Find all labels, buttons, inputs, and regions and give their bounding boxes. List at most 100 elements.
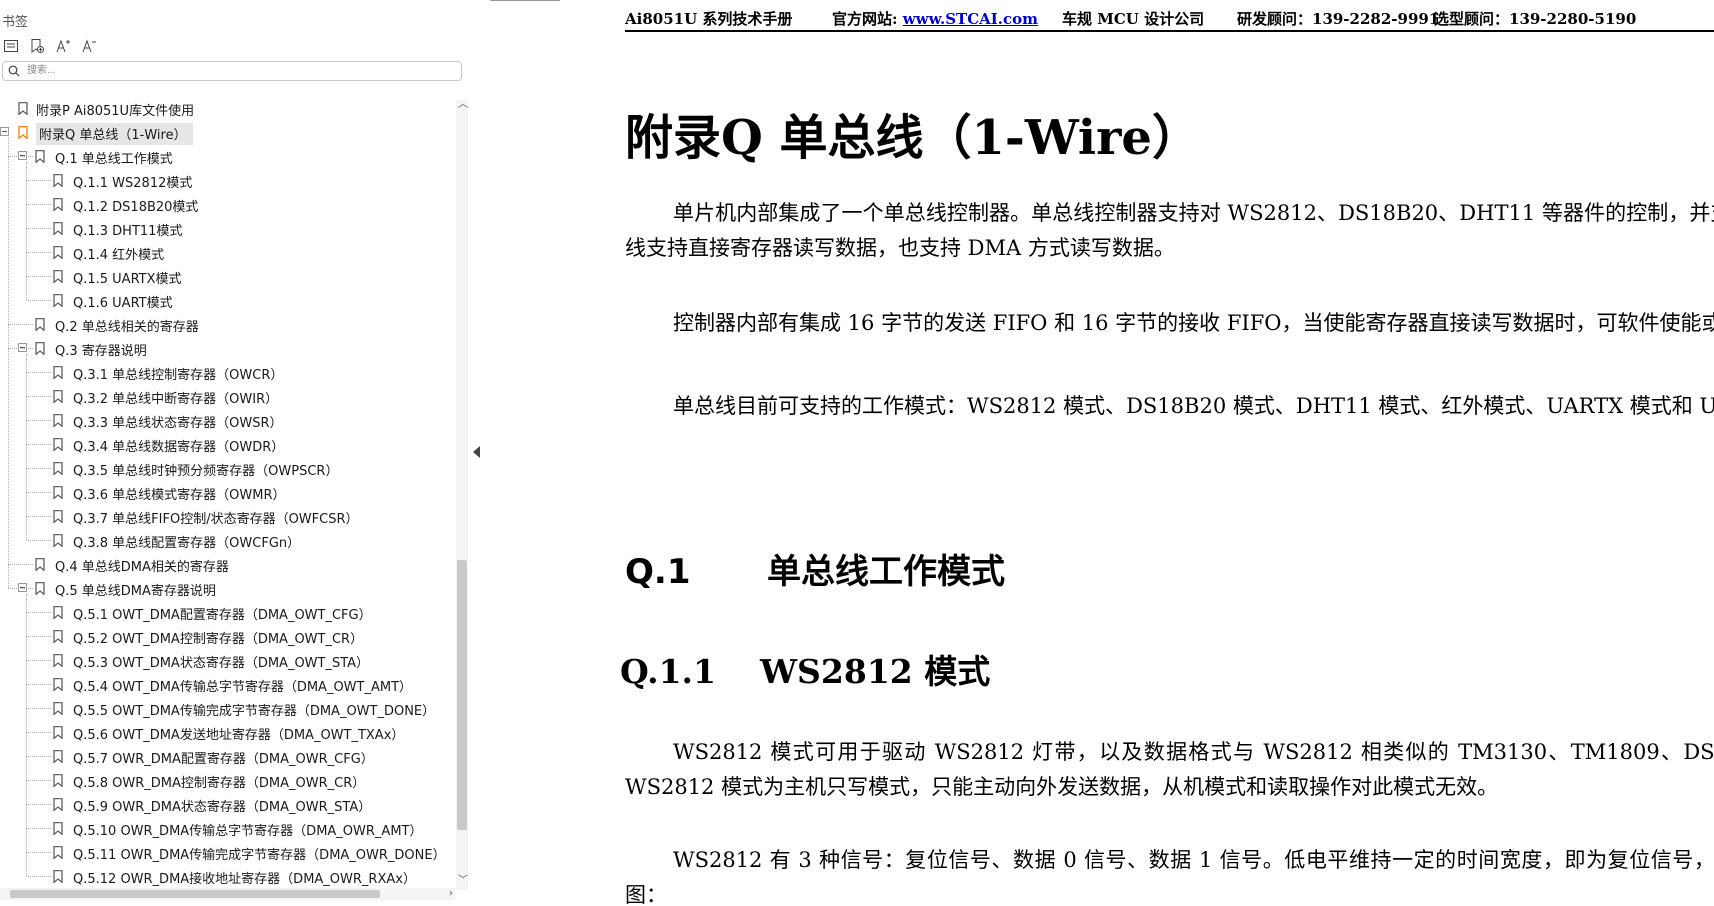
bookmark-icon xyxy=(53,606,63,619)
bookmark-item[interactable]: Q.3.2 单总线中断寄存器（OWIR） xyxy=(0,386,455,407)
tree-connector xyxy=(26,492,51,493)
bookmark-icon xyxy=(53,510,63,523)
bookmark-icon xyxy=(53,294,63,307)
bookmark-item[interactable]: Q.5.4 OWT_DMA传输总字节寄存器（DMA_OWT_AMT） xyxy=(0,674,455,695)
tree-connector xyxy=(26,708,51,709)
bookmark-label: Q.3.1 单总线控制寄存器（OWCR） xyxy=(73,368,284,383)
bookmark-item[interactable]: Q.5.6 OWT_DMA发送地址寄存器（DMA_OWT_TXAx） xyxy=(0,722,455,743)
decrease-font-icon[interactable] xyxy=(80,37,98,55)
scroll-up-icon[interactable]: ︿ xyxy=(458,100,468,110)
search-input[interactable] xyxy=(27,63,447,78)
tree-connector xyxy=(26,876,51,877)
scrollbar-thumb[interactable] xyxy=(457,560,467,830)
tree-connector xyxy=(26,804,51,805)
tree-connector xyxy=(26,204,51,205)
bookmark-item[interactable]: Q.5.3 OWT_DMA状态寄存器（DMA_OWT_STA） xyxy=(0,650,455,671)
bookmark-item[interactable]: Q.5.10 OWR_DMA传输总字节寄存器（DMA_OWR_AMT） xyxy=(0,818,455,839)
scrollbar-thumb[interactable] xyxy=(10,890,380,898)
increase-font-icon[interactable] xyxy=(54,37,72,55)
header-rule xyxy=(625,30,1714,32)
add-bookmark-icon[interactable] xyxy=(28,37,46,55)
bookmark-item[interactable]: Q.1.4 红外模式 xyxy=(0,242,455,263)
bookmark-item[interactable]: 附录P Ai8051U库文件使用 xyxy=(0,98,455,119)
bookmark-item[interactable]: Q.4 单总线DMA相关的寄存器 xyxy=(0,554,455,575)
bookmark-item[interactable]: Q.5.2 OWT_DMA控制寄存器（DMA_OWT_CR） xyxy=(0,626,455,647)
bookmark-item[interactable]: 附录Q 单总线（1-Wire） xyxy=(0,122,455,145)
bookmark-icon xyxy=(53,414,63,427)
tree-connector xyxy=(26,780,51,781)
website-link[interactable]: www.STCAI.com xyxy=(903,10,1038,28)
subsection-number: Q.1.1 xyxy=(620,652,717,691)
tree-connector xyxy=(26,594,27,876)
tree-connector xyxy=(26,732,51,733)
bookmark-item[interactable]: Q.1 单总线工作模式 xyxy=(0,146,455,167)
tree-connector xyxy=(8,564,33,565)
bookmark-item[interactable]: Q.1.6 UART模式 xyxy=(0,290,455,311)
bookmark-search[interactable] xyxy=(2,61,462,81)
bookmark-icon xyxy=(53,462,63,475)
bookmark-item[interactable]: Q.5.12 OWR_DMA接收地址寄存器（DMA_OWR_RXAx） xyxy=(0,866,455,886)
bookmark-item[interactable]: Q.3.7 单总线FIFO控制/状态寄存器（OWFCSR） xyxy=(0,506,455,527)
body-paragraph: 单总线目前可支持的工作模式：WS2812 模式、DS18B20 模式、DHT11… xyxy=(673,394,1714,418)
bookmark-label: Q.3.2 单总线中断寄存器（OWIR） xyxy=(73,392,279,407)
bookmark-item[interactable]: Q.5.8 OWR_DMA控制寄存器（DMA_OWR_CR） xyxy=(0,770,455,791)
bookmark-panel: 书签 附录P Ai8051U库文件使用附录Q 单总线（1-Wire） Q.1 单总… xyxy=(0,0,471,906)
bookmark-item[interactable]: Q.5.1 OWT_DMA配置寄存器（DMA_OWT_CFG） xyxy=(0,602,455,623)
tree-connector xyxy=(26,660,51,661)
bookmark-item[interactable]: Q.2 单总线相关的寄存器 xyxy=(0,314,455,335)
tree-connector xyxy=(26,228,51,229)
bookmark-icon xyxy=(35,558,45,571)
vertical-scrollbar[interactable]: ︿ ﹀ xyxy=(456,100,468,890)
tree-connector xyxy=(26,162,27,300)
bookmark-icon xyxy=(35,318,45,331)
bookmark-label: Q.5.1 OWT_DMA配置寄存器（DMA_OWT_CFG） xyxy=(73,608,372,623)
bookmark-item[interactable]: Q.3.8 单总线配置寄存器（OWCFGn） xyxy=(0,530,455,551)
scroll-down-icon[interactable]: ﹀ xyxy=(458,876,468,886)
manual-title: Ai8051U 系列技术手册 xyxy=(625,10,793,28)
bookmark-label: Q.3.5 单总线时钟预分频寄存器（OWPSCR） xyxy=(73,464,339,479)
bookmark-item[interactable]: Q.5.11 OWR_DMA传输完成字节寄存器（DMA_OWR_DONE） xyxy=(0,842,455,863)
tree-connector xyxy=(8,132,9,588)
bookmark-icon xyxy=(53,486,63,499)
bookmark-item[interactable]: Q.1.5 UARTX模式 xyxy=(0,266,455,287)
bookmark-item[interactable]: Q.1.1 WS2812模式 xyxy=(0,170,455,191)
scroll-right-icon[interactable]: › xyxy=(449,888,453,899)
bookmark-icon xyxy=(53,246,63,259)
bookmark-item[interactable]: Q.5.7 OWR_DMA配置寄存器（DMA_OWR_CFG） xyxy=(0,746,455,767)
bookmark-item[interactable]: Q.3 寄存器说明 xyxy=(0,338,455,359)
collapse-all-icon[interactable] xyxy=(2,37,20,55)
bookmark-label: 附录Q 单总线（1-Wire） xyxy=(36,123,193,145)
bookmark-label: Q.3 寄存器说明 xyxy=(55,344,147,359)
tree-connector xyxy=(8,348,33,349)
collapse-panel-icon[interactable] xyxy=(473,446,480,458)
bookmark-label: Q.1.2 DS18B20模式 xyxy=(73,200,199,215)
bookmark-icon xyxy=(35,150,45,163)
body-paragraph: WS2812 有 3 种信号：复位信号、数据 0 信号、数据 1 信号。低电平维… xyxy=(625,848,1714,906)
bookmark-item[interactable]: Q.5 单总线DMA寄存器说明 xyxy=(0,578,455,599)
section-heading: Q.1 单总线工作模式 xyxy=(625,544,1005,593)
bookmark-item[interactable]: Q.3.1 单总线控制寄存器（OWCR） xyxy=(0,362,455,383)
bookmark-item[interactable]: Q.5.5 OWT_DMA传输完成字节寄存器（DMA_OWT_DONE） xyxy=(0,698,455,719)
document-page: Ai8051U 系列技术手册 官方网站: www.STCAI.com 车规 MC… xyxy=(490,0,1714,906)
subsection-title: WS2812 模式 xyxy=(760,652,991,691)
tree-connector xyxy=(26,354,27,540)
bookmark-item[interactable]: Q.3.6 单总线模式寄存器（OWMR） xyxy=(0,482,455,503)
bookmark-item[interactable]: Q.3.3 单总线状态寄存器（OWSR） xyxy=(0,410,455,431)
bookmark-item[interactable]: Q.3.4 单总线数据寄存器（OWDR） xyxy=(0,434,455,455)
bookmark-item[interactable]: Q.1.2 DS18B20模式 xyxy=(0,194,455,215)
panel-title: 书签 xyxy=(2,15,29,30)
bookmark-icon xyxy=(53,174,63,187)
bookmark-icon xyxy=(35,582,45,595)
bookmark-label: Q.5.8 OWR_DMA控制寄存器（DMA_OWR_CR） xyxy=(73,776,366,791)
bookmark-item[interactable]: Q.5.9 OWR_DMA状态寄存器（DMA_OWR_STA） xyxy=(0,794,455,815)
tree-connector xyxy=(26,468,51,469)
bookmark-item[interactable]: Q.1.3 DHT11模式 xyxy=(0,218,455,239)
bookmark-tree: 附录P Ai8051U库文件使用附录Q 单总线（1-Wire） Q.1 单总线工作… xyxy=(0,96,455,886)
bookmark-icon xyxy=(53,774,63,787)
bookmark-icon xyxy=(53,390,63,403)
bookmark-item[interactable]: Q.3.5 单总线时钟预分频寄存器（OWPSCR） xyxy=(0,458,455,479)
bookmark-toolbar xyxy=(2,36,98,56)
horizontal-scrollbar[interactable]: › xyxy=(0,888,455,900)
company-name: 车规 MCU 设计公司 xyxy=(1062,10,1205,28)
tree-connector xyxy=(26,756,51,757)
